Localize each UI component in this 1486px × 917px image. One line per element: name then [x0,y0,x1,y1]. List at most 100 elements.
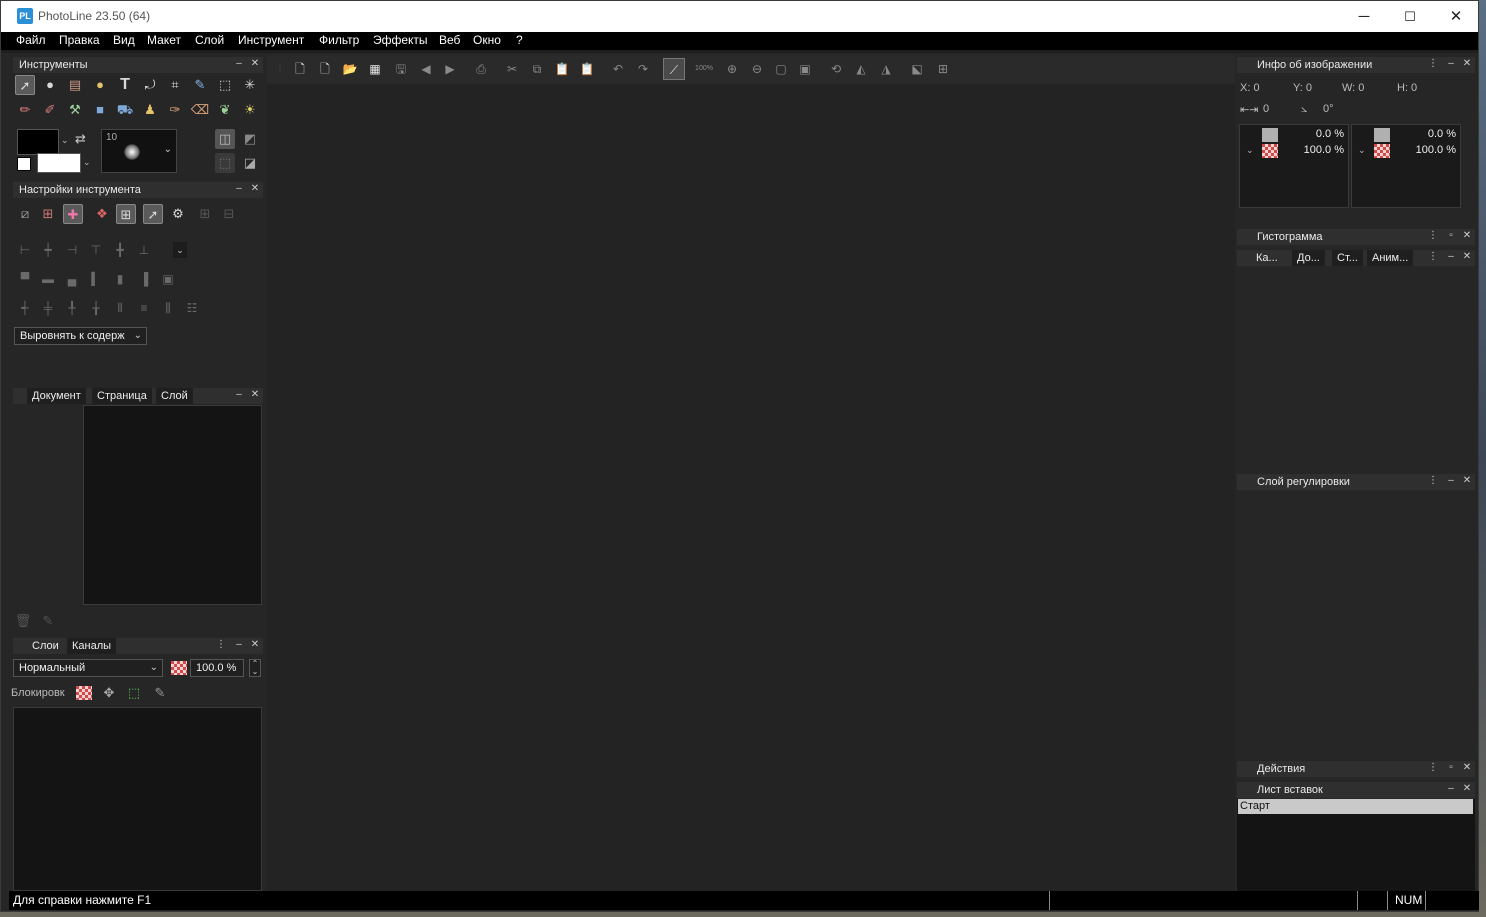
list-item[interactable]: Старт [1238,799,1473,814]
panel-close-icon[interactable]: ✕ [249,389,261,400]
print-icon[interactable]: ⎙ [472,60,490,78]
rotate-icon[interactable]: ⟲ [827,60,845,78]
maximize-button[interactable]: ☐ [1387,1,1433,32]
align-left-icon[interactable]: ⊢ [16,241,34,259]
table-icon[interactable]: ⊞ [195,204,215,224]
canvas-area[interactable] [267,85,1235,891]
ellipse-tool-icon[interactable]: ● [40,75,60,95]
pointer-tool-icon[interactable]: ➚ [15,75,35,95]
distribute-middle-icon[interactable]: ▬ [39,270,57,288]
distribute-center-icon[interactable]: ▮ [111,270,129,288]
panel-menu-icon[interactable]: ⋮ [215,639,227,650]
panel-close-icon[interactable]: ✕ [1461,58,1473,69]
flip-h-icon[interactable]: ◭ [852,60,870,78]
tab-page[interactable]: Страница [92,388,152,404]
panel-minimize-icon[interactable]: – [1445,251,1457,262]
panel-close-icon[interactable]: ✕ [249,639,261,650]
selection-rect-icon[interactable]: ⬚ [215,75,235,95]
panel-menu-icon[interactable]: ⋮ [1427,251,1439,262]
undo-icon[interactable]: ↶ [609,60,627,78]
space-h-left-icon[interactable]: ┽ [16,299,34,317]
copy-icon[interactable]: ⧉ [528,60,546,78]
chevron-down-icon[interactable]: ⌄ [1358,145,1366,156]
distribute-top-icon[interactable]: ▀ [16,270,34,288]
distribute-bottom-icon[interactable]: ▄ [63,270,81,288]
space-v-top-icon[interactable]: ╀ [63,299,81,317]
panel-minimize-icon[interactable]: – [1445,475,1457,486]
panel-menu-icon[interactable]: ⋮ [1427,762,1439,773]
align-hcenter-icon[interactable]: ┿ [39,241,57,259]
zoom-out-icon[interactable]: ⊖ [748,60,766,78]
align-right-icon[interactable]: ⊣ [63,241,81,259]
clone-tool-icon[interactable]: ⚒ [65,100,85,120]
panel-menu-icon[interactable]: ⋮ [1427,58,1439,69]
eraser-tool-icon[interactable]: ⌫ [190,100,210,120]
minimize-button[interactable]: ─ [1341,1,1387,32]
tab-layers[interactable]: Слои [27,638,64,654]
brush-preview[interactable]: 10 ⌄ [101,129,177,173]
path-tool-icon[interactable]: ⤾ [140,75,160,95]
pencil-tool-icon[interactable]: ✏ [15,100,35,120]
eyedropper-icon[interactable]: ✎ [190,75,210,95]
zoom-in-icon[interactable]: ⊕ [723,60,741,78]
edit-page-icon[interactable]: ✎ [38,611,58,631]
pointer-option-icon[interactable]: ➚ [143,204,163,224]
calendar-icon[interactable]: ▦ [366,60,384,78]
cut-icon[interactable]: ✂ [503,60,521,78]
mask-overlay-icon[interactable]: ◪ [240,153,260,173]
tab-histogram-animation[interactable]: Аним... [1367,250,1414,266]
panel-close-icon[interactable]: ✕ [1461,475,1473,486]
align-bottom-icon[interactable]: ⊥ [135,241,153,259]
opacity-input[interactable]: 100.0 % [190,659,244,677]
panel-close-icon[interactable]: ✕ [1461,762,1473,773]
panel-minimize-icon[interactable]: – [233,183,245,194]
snap-grid-icon[interactable]: ⊞ [116,204,136,224]
align-objects-icon[interactable]: ❖ [92,204,112,224]
fill-bucket-icon[interactable]: ⛟ [115,100,135,120]
panel-minimize-icon[interactable]: – [233,58,245,69]
space-equal-h-icon[interactable]: ⫴ [111,299,129,317]
panel-close-icon[interactable]: ✕ [1461,783,1473,794]
gradient-tool-icon[interactable]: ■ [90,100,110,120]
new-document-icon[interactable]: 🗋 [291,60,309,78]
menu-layer[interactable]: Слой [195,33,224,47]
panel-menu-icon[interactable]: ⋮ [1427,475,1439,486]
menu-view[interactable]: Вид [113,33,135,47]
lock-move-icon[interactable]: ✥ [99,683,119,703]
spread-v-icon[interactable]: ☷ [183,299,201,317]
smudge-tool-icon[interactable]: ✑ [165,100,185,120]
brush-tool-icon[interactable]: ✐ [40,100,60,120]
spread-h-icon[interactable]: ⫼ [159,299,177,317]
align-options-dropdown-icon[interactable]: ⌄ [173,242,187,258]
space-v-bottom-icon[interactable]: ╁ [87,299,105,317]
magic-wand-icon[interactable]: ✳ [240,75,260,95]
distribute-left-icon[interactable]: ▍ [87,270,105,288]
layers-list[interactable] [13,707,262,891]
zoom-100-button[interactable]: 100% [695,60,713,78]
doc-preview[interactable] [83,405,262,605]
save-icon[interactable]: 🖫 [392,60,410,78]
align-vcenter-icon[interactable]: ╋ [111,241,129,259]
light-tool-icon[interactable]: ☀ [240,100,260,120]
panel-minimize-icon[interactable]: – [233,639,245,650]
tab-layer[interactable]: Слой [156,388,193,404]
tab-channels[interactable]: Каналы [67,638,117,654]
space-h-center-icon[interactable]: ╪ [39,299,57,317]
panel-minimize-icon[interactable]: – [1445,58,1457,69]
trash-icon[interactable]: 🗑 [13,611,33,631]
panel-menu-icon[interactable]: ⋮ [1427,230,1439,241]
panel-close-icon[interactable]: ✕ [1461,251,1473,262]
menu-layout[interactable]: Макет [147,33,181,47]
panel-close-icon[interactable]: ✕ [1461,230,1473,241]
menu-web[interactable]: Веб [439,33,460,47]
panel-close-icon[interactable]: ✕ [249,183,261,194]
panel-restore-icon[interactable]: ▫ [1445,762,1457,773]
new-page-icon[interactable]: 🗋 [316,60,334,78]
space-equal-v-icon[interactable]: ≡ [135,299,153,317]
panel-minimize-icon[interactable]: – [233,389,245,400]
paste-special-icon[interactable]: 📋 [578,60,596,78]
opacity-stepper[interactable]: ⌃ ⌄ [249,659,261,677]
text-tool-icon[interactable]: T [115,75,135,95]
background-color-swatch[interactable] [37,153,81,173]
crop-view-icon[interactable]: ⬕ [908,60,926,78]
